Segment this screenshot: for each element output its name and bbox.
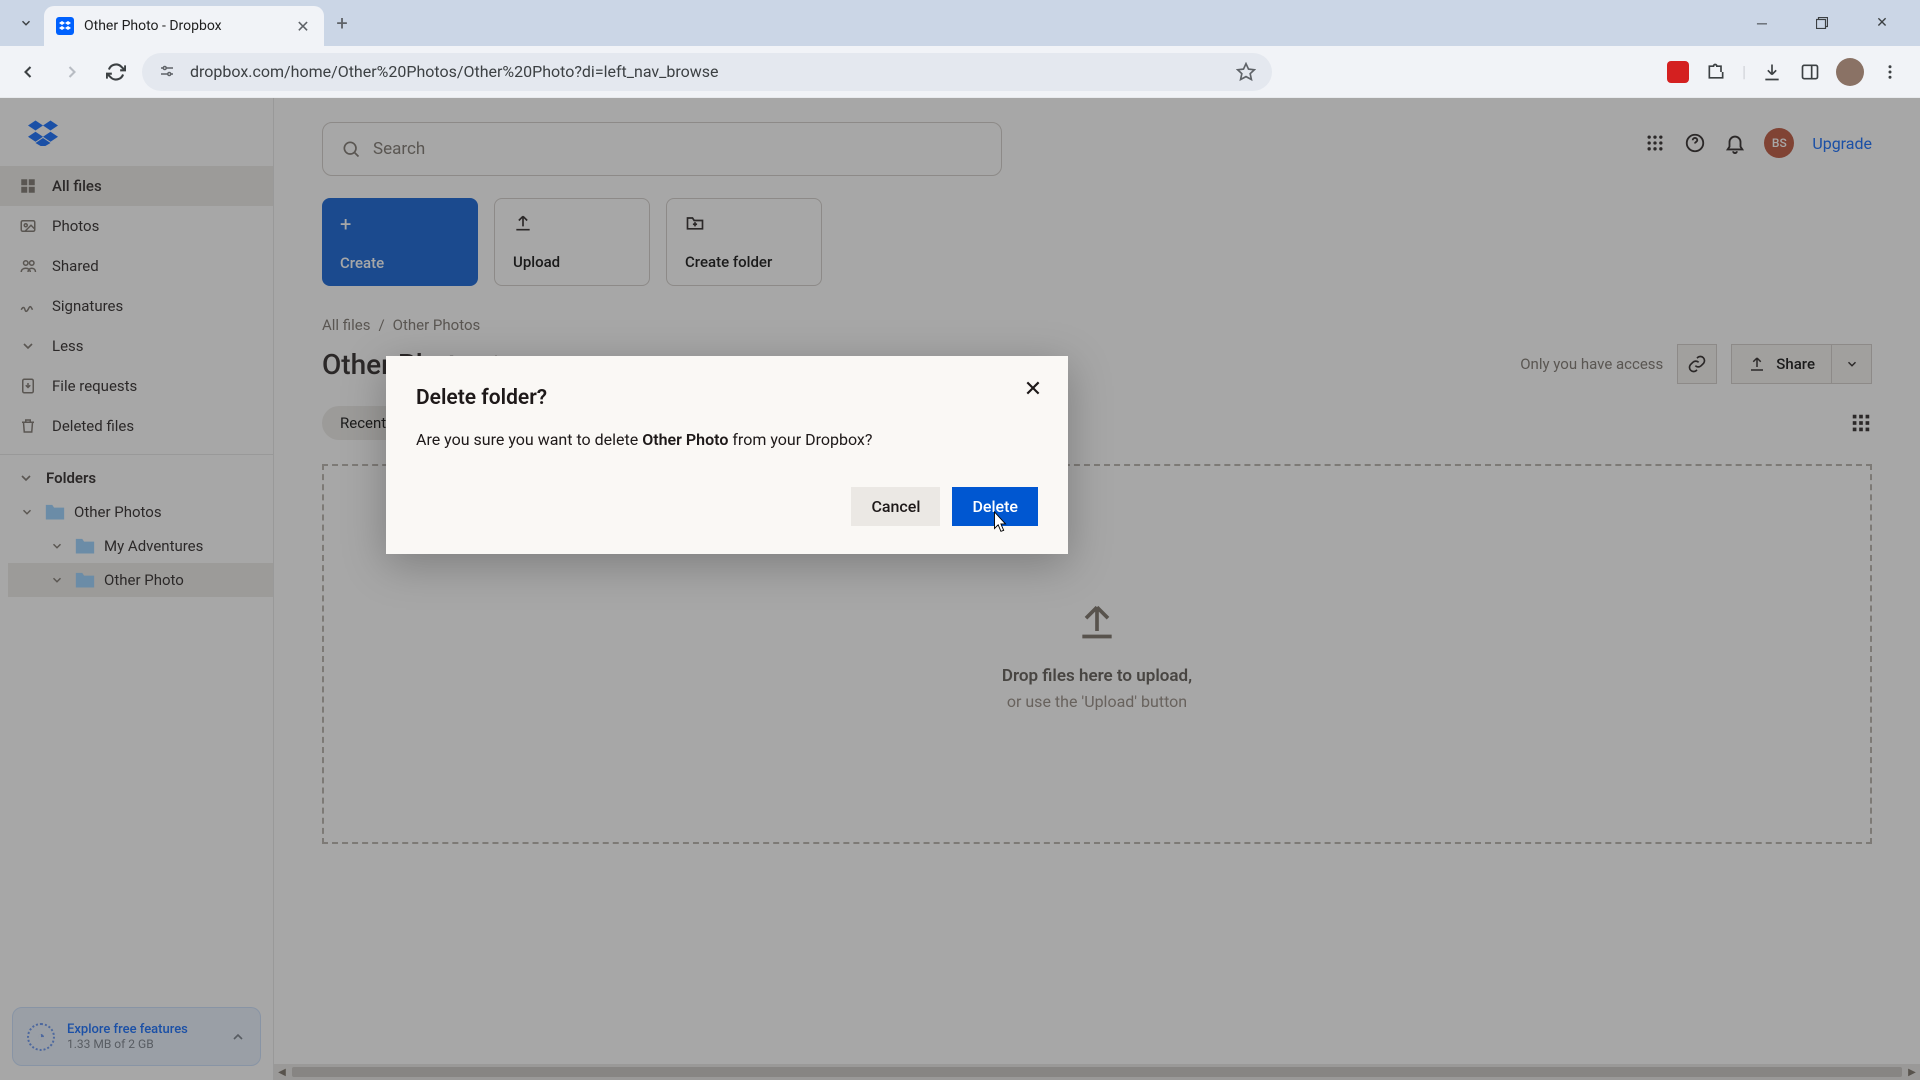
reload-button[interactable]	[98, 54, 134, 90]
site-settings-icon[interactable]	[158, 62, 178, 82]
browser-toolbar: dropbox.com/home/Other%20Photos/Other%20…	[0, 46, 1920, 98]
browser-tab[interactable]: Other Photo - Dropbox ✕	[44, 6, 324, 46]
tab-search-dropdown[interactable]	[8, 5, 44, 41]
browser-tab-strip: Other Photo - Dropbox ✕ + ─ ✕	[0, 0, 1920, 46]
extensions-icon[interactable]	[1704, 60, 1728, 84]
dropbox-favicon	[56, 17, 74, 35]
ublock-icon[interactable]	[1666, 60, 1690, 84]
new-tab-button[interactable]: +	[324, 5, 360, 41]
modal-title: Delete folder?	[416, 386, 1038, 410]
downloads-icon[interactable]	[1760, 60, 1784, 84]
delete-folder-modal: ✕ Delete folder? Are you sure you want t…	[386, 356, 1068, 554]
maximize-icon[interactable]	[1800, 8, 1844, 38]
forward-button[interactable]	[54, 54, 90, 90]
address-bar[interactable]: dropbox.com/home/Other%20Photos/Other%20…	[142, 53, 1272, 91]
close-icon[interactable]: ✕	[1018, 374, 1048, 404]
tab-title: Other Photo - Dropbox	[84, 18, 284, 34]
modal-body: Are you sure you want to delete Other Ph…	[416, 430, 1038, 449]
url-text: dropbox.com/home/Other%20Photos/Other%20…	[190, 62, 1224, 81]
back-button[interactable]	[10, 54, 46, 90]
close-window-icon[interactable]: ✕	[1860, 8, 1904, 38]
profile-avatar[interactable]	[1836, 58, 1864, 86]
window-controls: ─ ✕	[1740, 8, 1912, 38]
bookmark-icon[interactable]	[1236, 62, 1256, 82]
cancel-button[interactable]: Cancel	[851, 487, 940, 526]
chrome-menu-icon[interactable]	[1878, 60, 1902, 84]
minimize-icon[interactable]: ─	[1740, 8, 1784, 38]
delete-button[interactable]: Delete	[952, 487, 1038, 526]
modal-overlay[interactable]	[0, 98, 1920, 1080]
close-tab-icon[interactable]: ✕	[294, 17, 312, 35]
sidepanel-icon[interactable]	[1798, 60, 1822, 84]
